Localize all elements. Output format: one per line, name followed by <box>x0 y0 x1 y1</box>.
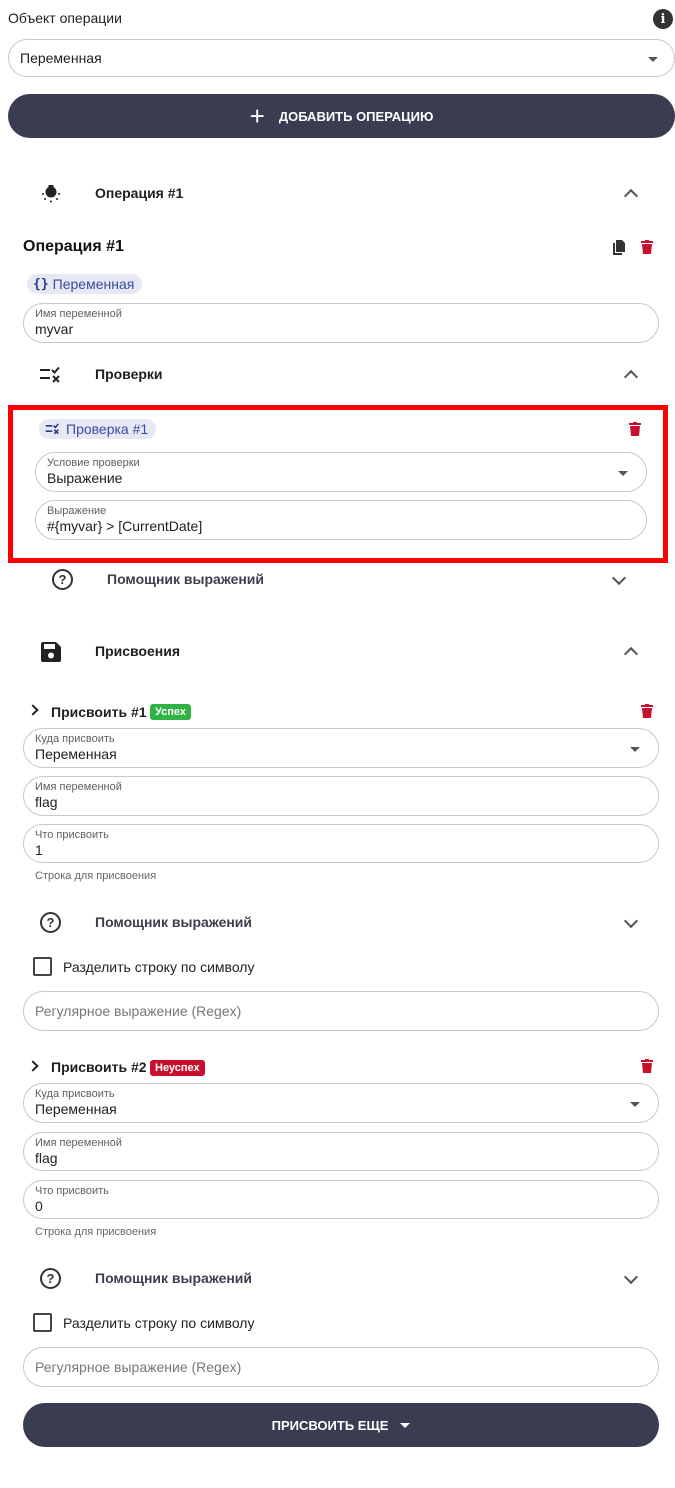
chevron-down-icon[interactable] <box>623 913 639 929</box>
assign-value-helper: Строка для присвоения <box>35 870 157 882</box>
assign-value-field[interactable]: Что присвоить 1 <box>23 824 659 863</box>
split-checkbox[interactable] <box>33 957 52 976</box>
assign-value-label: Что присвоить <box>35 829 109 841</box>
assignment-1-title[interactable]: Присвоить #1 <box>51 704 147 720</box>
assign-target-value: Переменная <box>35 1101 117 1117</box>
operation-title: Операция #1 <box>23 238 124 255</box>
assign-value-field[interactable]: Что присвоить 0 <box>23 1180 659 1219</box>
check-expression-field[interactable]: Выражение #{myvar} > [CurrentDate] <box>35 500 647 540</box>
assign-target-label: Куда присвоить <box>35 733 115 745</box>
assign-more-label: ПРИСВОИТЬ ЕЩЕ <box>271 1417 389 1433</box>
split-label: Разделить строку по символу <box>63 959 255 975</box>
plus-icon: + <box>249 101 265 131</box>
check-condition-label: Условие проверки <box>47 457 140 469</box>
assign-value-helper: Строка для присвоения <box>35 1226 157 1238</box>
regex-placeholder: Регулярное выражение (Regex) <box>35 1003 242 1019</box>
checklist-icon <box>40 366 62 384</box>
regex-input[interactable]: Регулярное выражение (Regex) <box>23 991 659 1031</box>
object-select-value: Переменная <box>20 50 102 66</box>
assign-target-value: Переменная <box>35 746 117 762</box>
assignment-2-title[interactable]: Присвоить #2 <box>51 1059 147 1075</box>
bulb-icon <box>40 182 62 204</box>
add-operation-label: ДОБАВИТЬ ОПЕРАЦИЮ <box>278 108 434 124</box>
object-label: Объект операции <box>8 10 122 26</box>
chevron-right-icon[interactable] <box>27 704 39 716</box>
assignments-accordion-title[interactable]: Присвоения <box>95 643 180 659</box>
operation-type-chip-label: Переменная <box>52 276 135 292</box>
info-icon[interactable]: i <box>653 9 673 29</box>
expression-helper-title[interactable]: Помощник выражений <box>95 1270 252 1286</box>
delete-operation-icon[interactable] <box>641 240 653 254</box>
operation-type-chip: {} Переменная <box>27 274 143 294</box>
dropdown-caret-icon <box>630 1102 640 1107</box>
regex-placeholder: Регулярное выражение (Regex) <box>35 1359 242 1375</box>
assign-target-select[interactable]: Куда присвоить Переменная <box>23 1083 659 1123</box>
assign-target-select[interactable]: Куда присвоить Переменная <box>23 728 659 768</box>
check-chip-label: Проверка #1 <box>66 421 149 437</box>
dropdown-caret-icon <box>630 747 640 752</box>
variable-name-value: myvar <box>35 321 74 337</box>
chevron-right-icon[interactable] <box>27 1060 39 1072</box>
assign-variable-label: Имя переменной <box>35 781 122 793</box>
check-chip: Проверка #1 <box>39 419 157 439</box>
chevron-down-icon[interactable] <box>623 1269 639 1285</box>
variable-name-field[interactable]: Имя переменной myvar <box>23 303 659 343</box>
help-icon: ? <box>40 912 61 933</box>
split-checkbox[interactable] <box>33 1313 52 1332</box>
delete-assignment-icon[interactable] <box>641 1059 653 1073</box>
chevron-up-icon[interactable] <box>623 369 639 385</box>
dropdown-caret-icon <box>618 471 628 476</box>
check-expression-label: Выражение <box>47 505 107 517</box>
chevron-down-icon[interactable] <box>611 570 627 586</box>
dropdown-caret-icon <box>400 1422 411 1428</box>
delete-check-icon[interactable] <box>629 422 641 436</box>
help-icon: ? <box>52 569 73 590</box>
object-select[interactable]: Переменная <box>8 39 675 77</box>
assign-value-label: Что присвоить <box>35 1185 109 1197</box>
regex-input[interactable]: Регулярное выражение (Regex) <box>23 1347 659 1387</box>
assign-variable-field[interactable]: Имя переменной flag <box>23 1132 659 1171</box>
copy-icon[interactable] <box>612 240 626 255</box>
help-icon: ? <box>40 1268 61 1289</box>
assign-value-value: 0 <box>35 1198 43 1214</box>
assign-more-button[interactable]: ПРИСВОИТЬ ЕЩЕ <box>23 1403 659 1447</box>
checks-accordion-title[interactable]: Проверки <box>95 366 163 382</box>
assign-value-value: 1 <box>35 842 43 858</box>
check-expression-value: #{myvar} > [CurrentDate] <box>47 518 203 534</box>
assign-target-label: Куда присвоить <box>35 1088 115 1100</box>
operation-accordion-title[interactable]: Операция #1 <box>95 185 183 201</box>
braces-icon: {} <box>33 276 49 292</box>
delete-assignment-icon[interactable] <box>641 704 653 718</box>
expression-helper-title[interactable]: Помощник выражений <box>95 914 252 930</box>
chevron-up-icon[interactable] <box>623 646 639 662</box>
save-icon <box>41 642 61 662</box>
assign-variable-value: flag <box>35 794 58 810</box>
assign-variable-field[interactable]: Имя переменной flag <box>23 776 659 816</box>
success-badge: Успех <box>150 704 192 720</box>
split-label: Разделить строку по символу <box>63 1315 255 1331</box>
dropdown-caret-icon <box>648 57 658 62</box>
checklist-icon <box>45 423 59 435</box>
check-condition-value: Выражение <box>47 470 123 486</box>
variable-name-label: Имя переменной <box>35 308 122 320</box>
expression-helper-title[interactable]: Помощник выражений <box>107 571 264 587</box>
assign-variable-label: Имя переменной <box>35 1137 122 1149</box>
failure-badge: Неуспех <box>150 1060 205 1076</box>
chevron-up-icon[interactable] <box>623 188 639 204</box>
check-condition-select[interactable]: Условие проверки Выражение <box>35 452 647 492</box>
assign-variable-value: flag <box>35 1150 58 1166</box>
add-operation-button[interactable]: + ДОБАВИТЬ ОПЕРАЦИЮ <box>8 94 675 138</box>
